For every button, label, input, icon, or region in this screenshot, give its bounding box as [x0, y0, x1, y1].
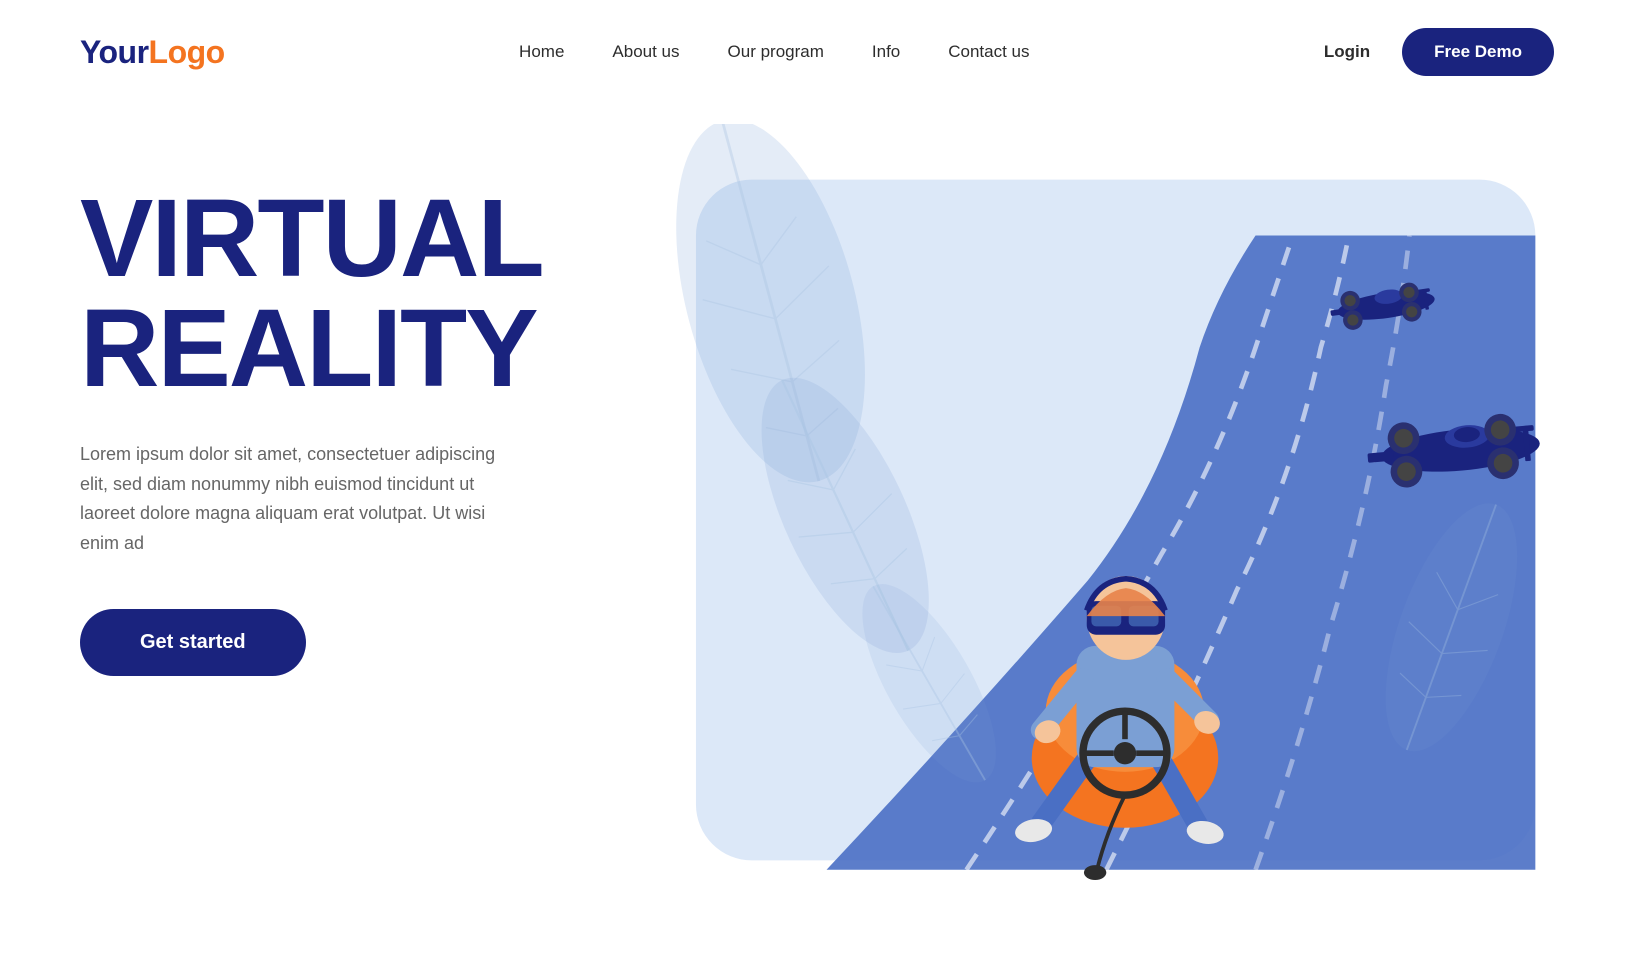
nav-contact-us[interactable]: Contact us — [948, 42, 1029, 62]
main-content: VIRTUAL REALITY Lorem ipsum dolor sit am… — [0, 104, 1634, 944]
hero-title-line1: VIRTUAL — [80, 177, 543, 300]
hero-title-line2: REALITY — [80, 287, 537, 410]
hero-title: VIRTUAL REALITY — [80, 184, 600, 404]
nav-info[interactable]: Info — [872, 42, 900, 62]
free-demo-button[interactable]: Free Demo — [1402, 28, 1554, 76]
logo-your: Your — [80, 34, 149, 70]
nav-home[interactable]: Home — [519, 42, 564, 62]
header-actions: Login Free Demo — [1324, 28, 1554, 76]
hero-illustration — [640, 124, 1554, 944]
nav-our-program[interactable]: Our program — [728, 42, 824, 62]
logo-logo: Logo — [149, 34, 225, 70]
login-button[interactable]: Login — [1324, 42, 1370, 62]
illustration-svg — [640, 124, 1554, 944]
main-nav: Home About us Our program Info Contact u… — [519, 42, 1029, 62]
hero-text: VIRTUAL REALITY Lorem ipsum dolor sit am… — [80, 124, 600, 676]
get-started-button[interactable]: Get started — [80, 609, 306, 676]
hero-description: Lorem ipsum dolor sit amet, consectetuer… — [80, 440, 500, 559]
logo: YourLogo — [80, 34, 225, 71]
nav-about-us[interactable]: About us — [612, 42, 679, 62]
